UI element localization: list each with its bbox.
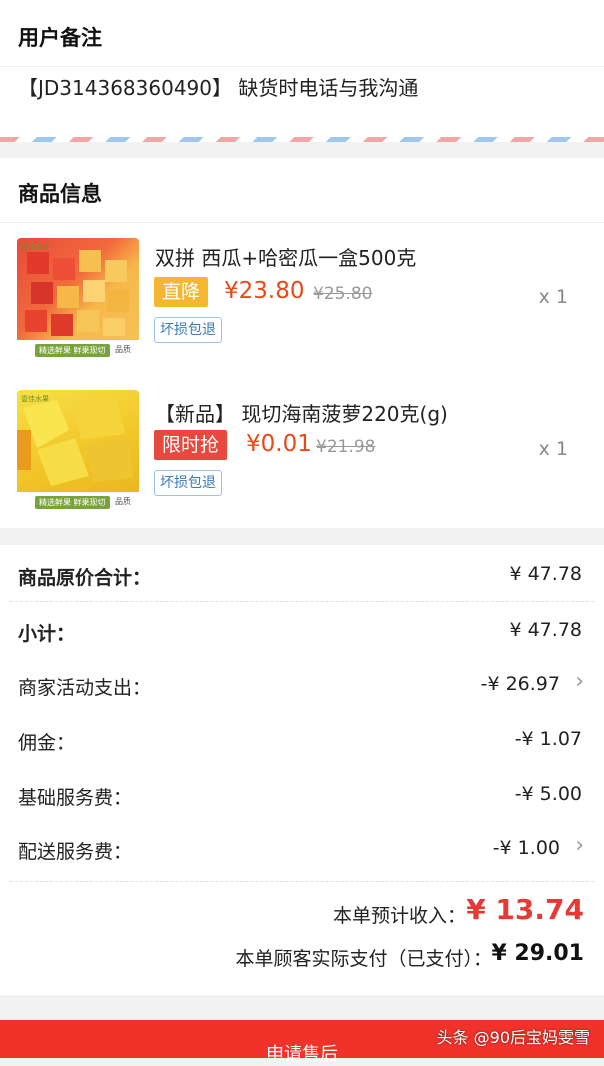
- base-service-fee-label: 基础服务费：: [18, 787, 133, 809]
- merchant-promo-label: 商家活动支出：: [18, 677, 152, 699]
- product-image-watermelon: 壹佳水果 精选鲜果 鲜果现切 品质: [17, 238, 139, 360]
- delivery-fee-row[interactable]: 配送服务费： -¥ 1.00 ›: [0, 827, 604, 871]
- product-original-price: ¥25.80: [313, 284, 373, 304]
- estimated-income-value: ¥ 13.74: [466, 893, 584, 926]
- chevron-right-icon: ›: [575, 669, 584, 694]
- product-name: 双拼 西瓜+哈密瓜一盒500克: [155, 246, 417, 270]
- estimated-income-label: 本单预计收入：: [332, 905, 466, 927]
- product-info-title: 商品信息: [18, 182, 102, 206]
- customer-paid-value: ¥ 29.01: [491, 941, 584, 966]
- divider: [10, 881, 594, 882]
- remark-title: 用户备注: [18, 26, 102, 50]
- thumb-band: 精选鲜果 鲜果现切 品质: [17, 340, 139, 360]
- commission-label: 佣金：: [18, 732, 76, 754]
- product-quantity: x 1: [538, 286, 568, 308]
- discount-badge: 直降: [154, 277, 209, 307]
- thumb-tag: 壹佳水果: [21, 395, 49, 403]
- product-info-card: 商品信息 壹佳水果 精选鲜果 鲜果现切 品质 双拼 西瓜+哈密瓜一盒500克 直…: [0, 158, 604, 528]
- customer-paid-label: 本单顾客实际支付（已支付）：: [235, 948, 492, 970]
- chevron-right-icon: ›: [575, 833, 584, 858]
- remark-card: 用户备注 【JD314368360490】 缺货时电话与我沟通: [0, 0, 604, 137]
- thumb-band: 精选鲜果 鲜果现切 品质: [17, 492, 139, 512]
- product-name: 【新品】 现切海南菠萝220克(g): [155, 402, 448, 426]
- airmail-border: [0, 137, 604, 142]
- product-item[interactable]: 壹佳水果 精选鲜果 鲜果现切 品质 双拼 西瓜+哈密瓜一盒500克 直降 ¥23…: [0, 222, 604, 372]
- service-tag: 坏损包退: [154, 317, 222, 343]
- divider: [10, 601, 594, 602]
- service-tag: 坏损包退: [154, 470, 222, 496]
- merchant-promo-value: -¥ 26.97: [480, 673, 560, 695]
- subtotal-label: 小计：: [18, 623, 76, 645]
- product-price: ¥0.01: [246, 431, 312, 457]
- merchant-promo-row[interactable]: 商家活动支出： -¥ 26.97 ›: [0, 663, 604, 707]
- remark-text: 【JD314368360490】 缺货时电话与我沟通: [18, 76, 419, 100]
- delivery-fee-label: 配送服务费：: [18, 841, 133, 863]
- summary-card: 商品原价合计： ¥ 47.78 小计： ¥ 47.78 商家活动支出： -¥ 2…: [0, 545, 604, 995]
- subtotal-value: ¥ 47.78: [509, 619, 582, 641]
- commission-value: -¥ 1.07: [514, 728, 582, 750]
- divider: [0, 66, 604, 67]
- flash-sale-badge: 限时抢: [154, 430, 228, 460]
- original-total-label: 商品原价合计：: [18, 567, 152, 589]
- product-original-price: ¥21.98: [316, 437, 376, 457]
- base-service-fee-value: -¥ 5.00: [514, 783, 582, 805]
- thumb-tag: 壹佳水果: [21, 243, 49, 251]
- product-price: ¥23.80: [224, 278, 305, 304]
- delivery-fee-value: -¥ 1.00: [492, 837, 560, 859]
- product-quantity: x 1: [538, 438, 568, 460]
- product-item[interactable]: 壹佳水果 精选鲜果 鲜果现切 品质 【新品】 现切海南菠萝220克(g) 限时抢…: [0, 372, 604, 528]
- watermark: 头条 @90后宝妈雯雪: [436, 1028, 590, 1047]
- product-image-pineapple: 壹佳水果 精选鲜果 鲜果现切 品质: [17, 390, 139, 512]
- original-total-value: ¥ 47.78: [509, 563, 582, 585]
